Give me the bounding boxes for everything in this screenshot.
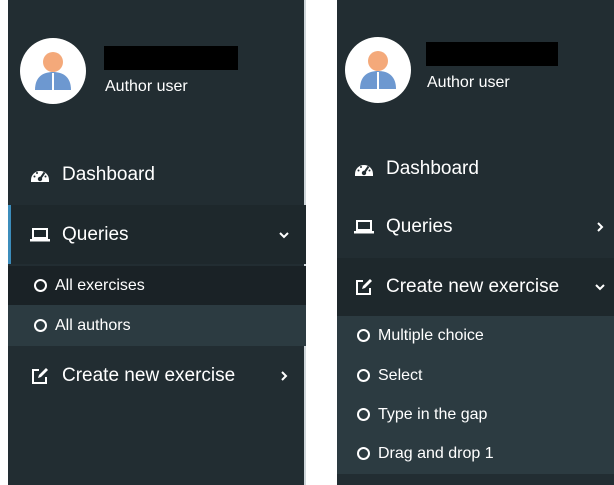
nav-dashboard-label: Dashboard: [62, 164, 155, 185]
user-role: Author user: [105, 78, 188, 95]
submenu-item-label: Select: [378, 366, 423, 384]
nav-dashboard[interactable]: Dashboard: [337, 148, 614, 190]
nav-queries[interactable]: Queries: [337, 206, 614, 248]
circle-icon: [357, 369, 370, 382]
submenu-item-label: All exercises: [55, 276, 145, 294]
laptop-icon: [354, 217, 374, 237]
submenu-item-label: Multiple choice: [378, 326, 484, 344]
nav-create-exercise[interactable]: Create new exercise: [337, 258, 614, 316]
user-avatar[interactable]: [345, 37, 411, 103]
active-indicator: [8, 205, 11, 264]
nav-create-exercise-label: Create new exercise: [62, 365, 236, 386]
laptop-icon: [30, 225, 50, 245]
edit-icon: [30, 366, 50, 386]
nav-queries[interactable]: Queries: [8, 205, 306, 264]
nav-dashboard[interactable]: Dashboard: [8, 154, 306, 196]
circle-icon: [34, 319, 47, 332]
submenu-item-multiple-choice[interactable]: Multiple choice: [337, 316, 614, 355]
redacted-username: [426, 42, 558, 66]
user-avatar-icon: [35, 52, 71, 90]
submenu-item-label: All authors: [55, 316, 131, 334]
submenu-item-select[interactable]: Select: [337, 356, 614, 395]
submenu-item-label: Drag and drop 1: [378, 444, 494, 462]
nav-create-exercise-label: Create new exercise: [386, 276, 560, 297]
nav-create-exercise[interactable]: Create new exercise: [8, 355, 306, 397]
chevron-down-icon: [595, 284, 605, 291]
nav-queries-label: Queries: [386, 216, 453, 237]
submenu-item-drag-and-drop-1[interactable]: Drag and drop 1: [337, 434, 614, 473]
dashboard-icon: [354, 159, 374, 179]
dashboard-icon: [30, 165, 50, 185]
circle-icon: [34, 279, 47, 292]
submenu-item-all-authors[interactable]: All authors: [8, 305, 306, 346]
circle-icon: [357, 447, 370, 460]
user-avatar[interactable]: [20, 38, 86, 104]
edit-icon: [354, 277, 374, 297]
user-avatar-icon: [360, 51, 396, 89]
submenu-item-label: Type in the gap: [378, 405, 488, 423]
submenu-item-all-exercises[interactable]: All exercises: [8, 266, 306, 305]
chevron-down-icon: [279, 231, 289, 238]
nav-queries-label: Queries: [62, 223, 129, 245]
nav-dashboard-label: Dashboard: [386, 158, 479, 179]
submenu-item-type-in-the-gap[interactable]: Type in the gap: [337, 395, 614, 434]
chevron-right-icon: [597, 222, 604, 232]
sidebar-right: Author user Dashboard Queries Create new…: [337, 0, 614, 485]
chevron-right-icon: [281, 371, 288, 381]
circle-icon: [357, 329, 370, 342]
circle-icon: [357, 408, 370, 421]
user-role: Author user: [427, 74, 510, 91]
submenu-create-exercise: Multiple choice Select Type in the gap D…: [337, 316, 614, 474]
sidebar-left: Author user Dashboard Queries All exerci…: [8, 0, 306, 485]
redacted-username: [104, 46, 238, 70]
